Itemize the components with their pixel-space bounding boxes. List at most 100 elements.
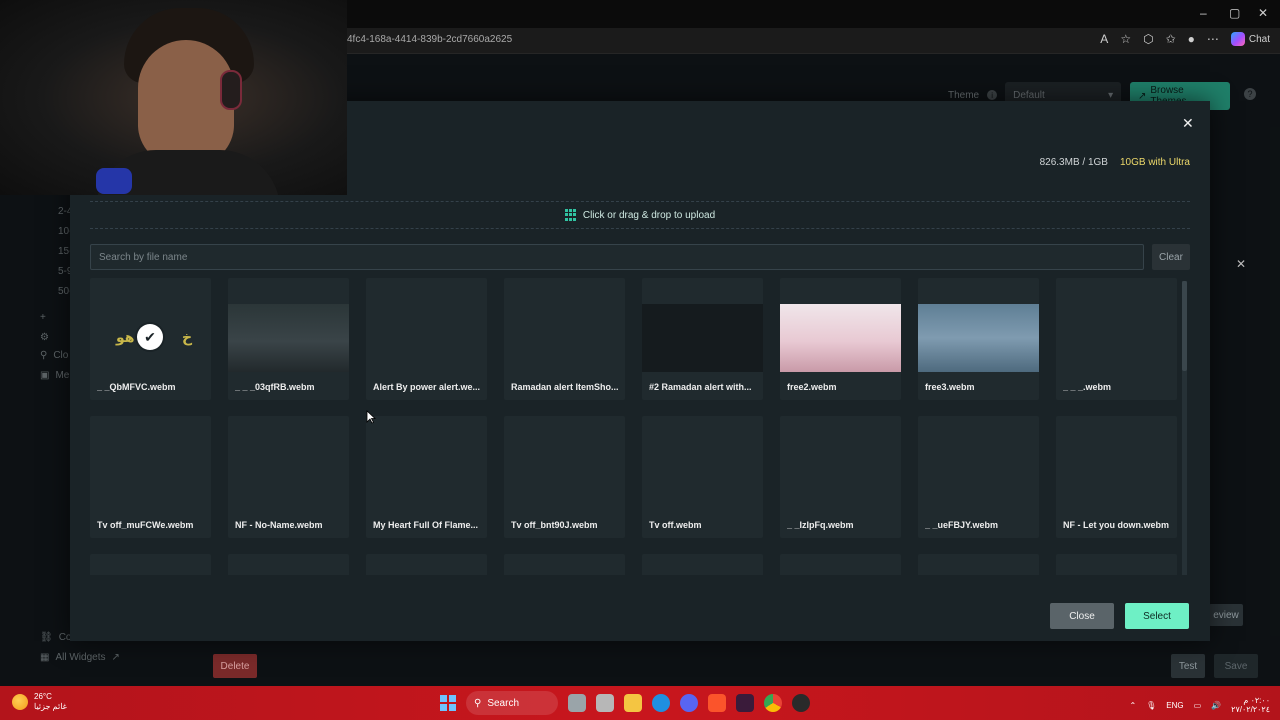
calligraphy-glyph: خ	[182, 330, 193, 346]
file-card[interactable]: _ _IzIpFq.webm	[780, 416, 901, 538]
file-card[interactable]: free3.webm	[918, 278, 1039, 400]
test-button[interactable]: Test	[1171, 654, 1205, 678]
file-card[interactable]: NF - No-Name.webm	[228, 416, 349, 538]
search-icon: ⚲	[474, 697, 482, 709]
sun-icon	[12, 694, 28, 710]
favorite-star-icon[interactable]: ☆	[1120, 32, 1131, 46]
file-thumbnail	[504, 442, 625, 510]
brave-browser-icon[interactable]	[708, 694, 726, 712]
more-menu-icon[interactable]: ⋯	[1207, 32, 1219, 46]
search-input[interactable]	[90, 244, 1144, 270]
url-text[interactable]: 4fc4-168a-4414-839b-2cd7660a2625	[347, 34, 512, 45]
chevron-up-icon[interactable]: ⌃	[1129, 701, 1136, 710]
close-icon[interactable]: ✕	[1236, 257, 1246, 271]
file-card[interactable]: _ _ _.webm	[1056, 278, 1177, 400]
select-button[interactable]: Select	[1125, 603, 1189, 629]
file-card[interactable]: Tv off_bnt90J.webm	[504, 416, 625, 538]
preview-button[interactable]: eview	[1209, 604, 1243, 626]
favorites-icon[interactable]: ✩	[1166, 32, 1176, 46]
close-window-button[interactable]: ✕	[1258, 6, 1268, 20]
browser-toolbar-icons: A ☆ ⬡ ✩ ● ⋯ Chat	[1100, 32, 1270, 46]
taskbar-search[interactable]: ⚲ Search	[466, 691, 558, 715]
file-thumbnail	[1056, 442, 1177, 510]
clock[interactable]: ٠٢:٠٠ م ٢٧/٠٢/٢٠٢٤	[1231, 696, 1270, 714]
file-card[interactable]: Alert By power alert.we...	[366, 278, 487, 400]
upload-dropzone[interactable]: Click or drag & drop to upload	[90, 201, 1190, 229]
file-thumbnail	[780, 442, 901, 510]
file-name: free2.webm	[787, 382, 837, 392]
file-card[interactable]: هو خ ✔ _ _QbMFVC.webm	[90, 278, 211, 400]
file-card[interactable]	[90, 554, 211, 575]
file-card[interactable]	[228, 554, 349, 575]
scrollbar-thumb[interactable]	[1182, 281, 1187, 371]
discord-icon[interactable]	[680, 694, 698, 712]
chrome-icon[interactable]	[764, 694, 782, 712]
close-button[interactable]: Close	[1050, 603, 1114, 629]
language-indicator[interactable]: ENG	[1166, 701, 1183, 710]
maximize-button[interactable]: ▢	[1229, 6, 1240, 20]
widgets-app-icon[interactable]	[568, 694, 586, 712]
file-card[interactable]: Tv off_muFCWe.webm	[90, 416, 211, 538]
file-card[interactable]: My Heart Full Of Flame...	[366, 416, 487, 538]
upload-icon	[564, 209, 577, 221]
file-thumbnail	[918, 442, 1039, 510]
file-thumbnail	[228, 442, 349, 510]
network-icon[interactable]: ▭	[1194, 701, 1202, 710]
file-card[interactable]: free2.webm	[780, 278, 901, 400]
file-grid-area: هو خ ✔ _ _QbMFVC.webm _ _ _03qfRB.webm Alert …	[90, 278, 1182, 575]
read-aloud-icon[interactable]: A	[1100, 32, 1108, 46]
file-card[interactable]	[504, 554, 625, 575]
start-icon[interactable]	[440, 695, 456, 711]
file-card[interactable]	[1056, 554, 1177, 575]
calligraphy-glyph: هو	[116, 330, 135, 346]
file-card[interactable]	[918, 554, 1039, 575]
storage-usage: 826.3MB / 1GB 10GB with Ultra	[1040, 157, 1190, 168]
clock-time: ٠٢:٠٠ م	[1243, 696, 1270, 705]
profile-avatar-icon[interactable]: ●	[1188, 32, 1195, 46]
delete-button[interactable]: Delete	[213, 654, 257, 678]
volume-icon[interactable]: 🔊	[1211, 701, 1221, 710]
copilot-icon	[1230, 32, 1245, 46]
file-thumbnail	[90, 442, 211, 510]
webcam-overlay	[0, 0, 347, 195]
file-card[interactable]: Ramadan alert ItemSho...	[504, 278, 625, 400]
file-card[interactable]	[366, 554, 487, 575]
microphone-tray-icon[interactable]: 🎙	[1146, 701, 1156, 710]
file-name: Ramadan alert ItemSho...	[511, 382, 619, 392]
file-card[interactable]: #2 Ramadan alert with...	[642, 278, 763, 400]
weather-widget[interactable]: 26°C غائم جزئيا	[12, 692, 67, 712]
file-name: My Heart Full Of Flame...	[373, 520, 479, 530]
temperature: 26°C	[34, 692, 52, 701]
file-name: NF - Let you down.webm	[1063, 520, 1169, 530]
clear-button[interactable]: Clear	[1152, 244, 1190, 270]
file-grid-scrollbar[interactable]	[1182, 281, 1187, 575]
file-thumbnail	[366, 304, 487, 372]
modal-close-icon[interactable]: ✕	[1182, 115, 1194, 132]
file-card[interactable]: _ _ueFBJY.webm	[918, 416, 1039, 538]
copilot-chat-button[interactable]: Chat	[1230, 32, 1270, 46]
headset-icon	[220, 70, 242, 110]
task-view-icon[interactable]	[596, 694, 614, 712]
file-card[interactable]	[642, 554, 763, 575]
file-name: _ _ _.webm	[1063, 382, 1112, 392]
save-button[interactable]: Save	[1214, 654, 1258, 678]
file-explorer-icon[interactable]	[624, 694, 642, 712]
file-name: Tv off_bnt90J.webm	[511, 520, 598, 530]
obs-icon[interactable]	[792, 694, 810, 712]
file-card[interactable]: NF - Let you down.webm	[1056, 416, 1177, 538]
screen: – ▢ ✕ 4fc4-168a-4414-839b-2cd7660a2625 A…	[0, 0, 1280, 720]
edge-browser-icon[interactable]	[652, 694, 670, 712]
adobe-app-icon[interactable]	[736, 694, 754, 712]
extensions-icon[interactable]: ⬡	[1143, 32, 1153, 46]
file-card[interactable]: Tv off.webm	[642, 416, 763, 538]
checkmark-icon: ✔	[137, 324, 163, 350]
file-card[interactable]: _ _ _03qfRB.webm	[228, 278, 349, 400]
file-grid: هو خ ✔ _ _QbMFVC.webm _ _ _03qfRB.webm Alert …	[90, 278, 1182, 575]
file-card[interactable]	[780, 554, 901, 575]
minimize-button[interactable]: –	[1200, 6, 1207, 20]
file-name: Tv off.webm	[649, 520, 702, 530]
storage-upgrade-link[interactable]: 10GB with Ultra	[1120, 157, 1190, 168]
taskbar-search-label: Search	[487, 697, 520, 709]
file-name: #2 Ramadan alert with...	[649, 382, 752, 392]
weather-text: 26°C غائم جزئيا	[34, 692, 67, 712]
